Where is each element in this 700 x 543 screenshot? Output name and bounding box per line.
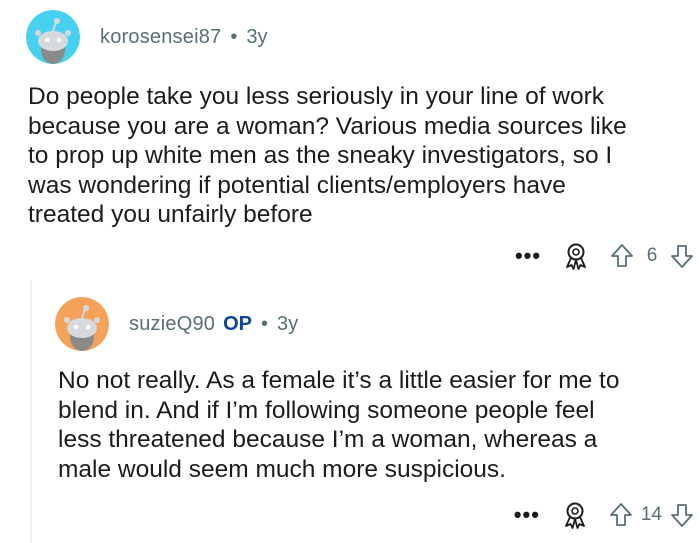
downvote-arrow-icon — [671, 245, 693, 268]
vote-score: 14 — [640, 504, 662, 525]
downvote-button[interactable] — [664, 497, 700, 533]
upvote-arrow-icon — [609, 503, 632, 526]
downvote-button[interactable] — [664, 238, 700, 274]
vote-score: 6 — [646, 245, 658, 266]
comment-actions: ••• 14 — [509, 497, 700, 533]
more-options-button[interactable]: ••• — [510, 238, 546, 274]
more-options-button[interactable]: ••• — [509, 497, 545, 533]
comment-age: 3y — [277, 312, 299, 335]
award-icon — [566, 243, 586, 270]
comment-header: suzieQ90 OP • 3y — [55, 297, 298, 351]
upvote-button[interactable] — [604, 238, 640, 274]
avatar[interactable] — [26, 10, 80, 64]
comment-age: 3y — [246, 25, 268, 48]
comment-header: korosensei87 • 3y — [26, 10, 268, 64]
more-dots-icon: ••• — [514, 243, 542, 268]
username[interactable]: suzieQ90 — [129, 313, 215, 336]
downvote-arrow-icon — [671, 504, 693, 527]
snoo-avatar-icon — [55, 297, 109, 351]
avatar[interactable] — [55, 297, 109, 351]
snoo-avatar-icon — [26, 10, 80, 64]
upvote-arrow-icon — [611, 244, 633, 267]
meta-separator: • — [230, 25, 238, 48]
upvote-button[interactable] — [603, 497, 639, 533]
comment-body: No not really. As a female it’s a little… — [58, 367, 620, 483]
award-button[interactable] — [558, 238, 594, 274]
award-icon — [564, 502, 585, 529]
username[interactable]: korosensei87 — [100, 26, 221, 49]
more-dots-icon: ••• — [513, 502, 540, 527]
comment-reply: suzieQ90 OP • 3y No not really. As a fem… — [0, 285, 700, 543]
meta-separator: • — [261, 312, 269, 335]
award-button[interactable] — [557, 497, 593, 533]
op-badge: OP — [223, 312, 252, 335]
comment-body: Do people take you less seriously in you… — [28, 83, 627, 228]
comment: korosensei87 • 3y Do people take you les… — [0, 0, 700, 285]
comment-actions: ••• 6 — [510, 238, 700, 274]
